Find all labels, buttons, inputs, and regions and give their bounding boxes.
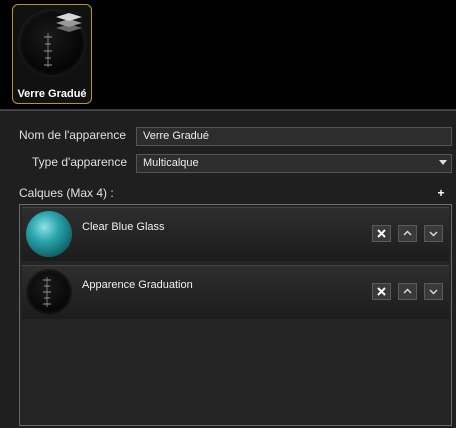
close-icon bbox=[377, 229, 386, 238]
layer-row[interactable]: Apparence Graduation bbox=[22, 265, 449, 319]
layer-row[interactable]: Clear Blue Glass bbox=[22, 207, 449, 261]
appearance-properties-panel: Nom de l'apparence Verre Gradué Type d'a… bbox=[0, 110, 456, 428]
chevron-up-icon bbox=[403, 288, 412, 294]
remove-layer-button[interactable] bbox=[372, 225, 391, 242]
appearance-thumbnail[interactable]: Verre Gradué bbox=[12, 4, 92, 104]
appearance-name-input[interactable]: Verre Gradué bbox=[136, 127, 452, 146]
layer-name: Apparence Graduation bbox=[82, 279, 193, 291]
graduation-marks-icon bbox=[43, 277, 51, 307]
move-layer-down-button[interactable] bbox=[424, 225, 443, 242]
blue-glass-sphere-icon bbox=[26, 211, 72, 257]
chevron-up-icon bbox=[403, 230, 412, 236]
appearance-strip: Verre Gradué bbox=[0, 0, 456, 110]
graduation-sphere-icon bbox=[26, 269, 72, 315]
layer-name: Clear Blue Glass bbox=[82, 221, 165, 233]
move-layer-up-button[interactable] bbox=[398, 225, 417, 242]
dropdown-arrow-icon[interactable] bbox=[439, 160, 447, 165]
name-label: Nom de l'apparence bbox=[19, 128, 127, 142]
appearance-thumbnail-label: Verre Gradué bbox=[17, 88, 87, 100]
graduation-marks-icon bbox=[44, 33, 52, 67]
add-layer-button[interactable]: + bbox=[436, 187, 446, 199]
layers-list: Clear Blue Glass Apparence Graduation bbox=[19, 204, 452, 426]
appearance-type-value: Multicalque bbox=[143, 157, 199, 169]
chevron-down-icon bbox=[429, 289, 438, 295]
close-icon bbox=[377, 287, 386, 296]
type-label: Type d'apparence bbox=[32, 155, 128, 169]
move-layer-up-button[interactable] bbox=[398, 283, 417, 300]
chevron-down-icon bbox=[429, 231, 438, 237]
move-layer-down-button[interactable] bbox=[424, 283, 443, 300]
remove-layer-button[interactable] bbox=[372, 283, 391, 300]
appearance-type-dropdown[interactable]: Multicalque bbox=[136, 154, 452, 173]
multilayer-icon bbox=[56, 13, 82, 32]
layers-label: Calques (Max 4) : bbox=[19, 186, 114, 200]
